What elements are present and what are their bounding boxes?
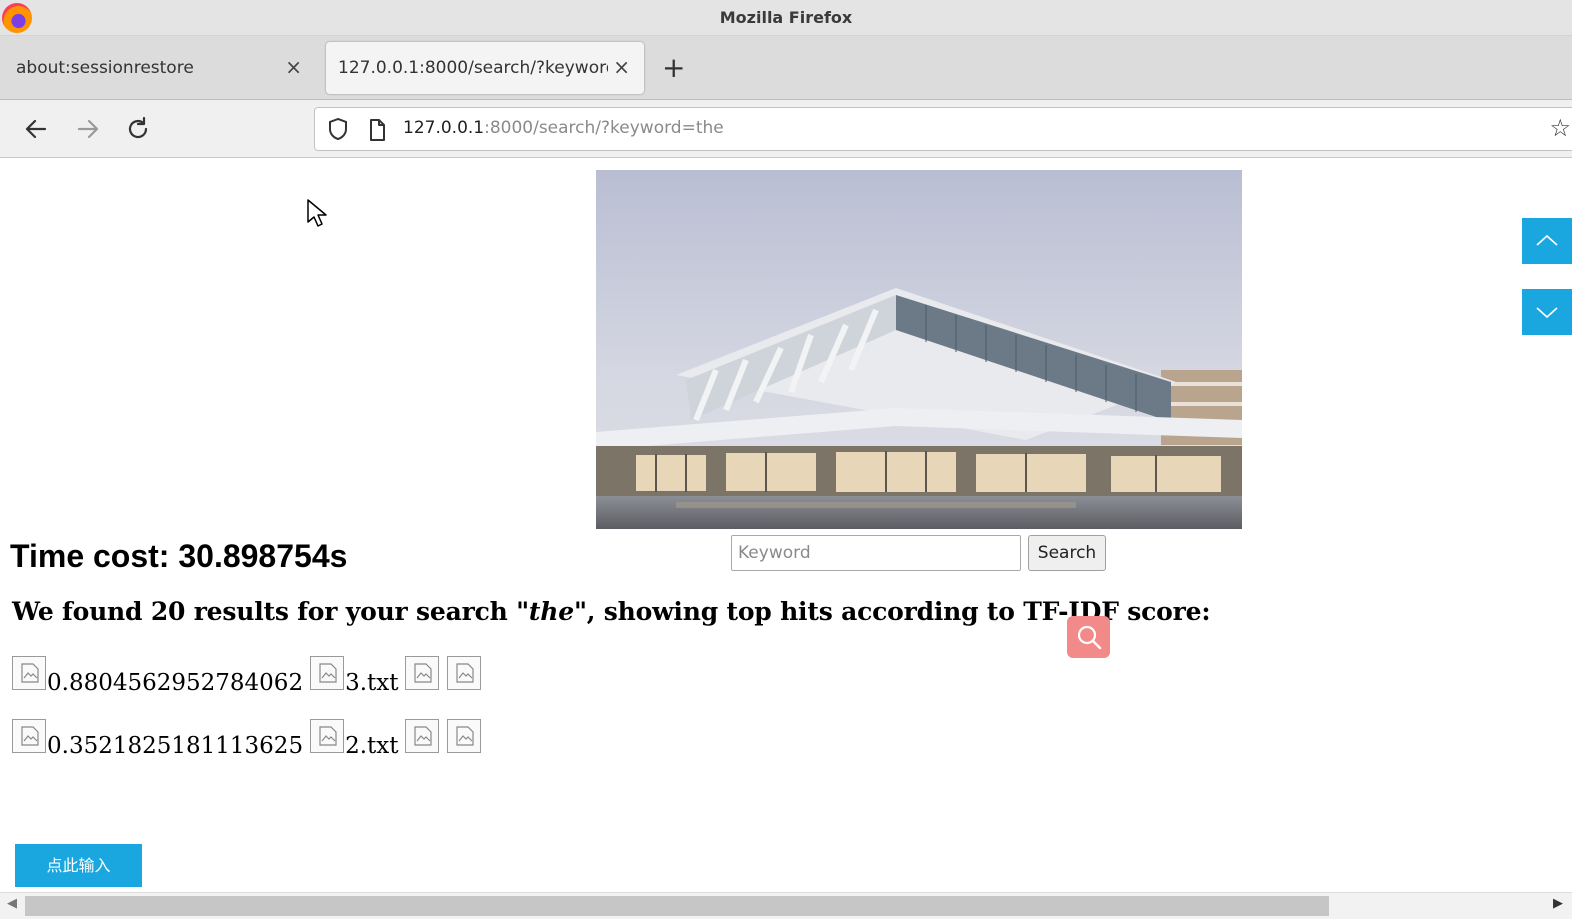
forward-arrow-icon[interactable] xyxy=(72,113,104,145)
broken-image-icon[interactable] xyxy=(405,719,440,753)
result-file-link[interactable]: 2.txt xyxy=(345,733,398,759)
scroll-down-button[interactable] xyxy=(1522,289,1572,335)
broken-image-icon[interactable] xyxy=(405,656,440,690)
tab-label: about:sessionrestore xyxy=(16,58,194,78)
tab-search-results[interactable]: 127.0.0.1:8000/search/?keyword=the × xyxy=(326,42,644,94)
results-heading: We found 20 results for your search "the… xyxy=(12,597,1211,626)
mouse-cursor-icon xyxy=(307,199,327,227)
window-titlebar: Mozilla Firefox xyxy=(0,0,1572,36)
broken-image-icon[interactable] xyxy=(447,656,482,690)
result-file-link[interactable]: 3.txt xyxy=(345,670,398,696)
broken-image-icon xyxy=(310,656,345,690)
broken-image-icon xyxy=(310,719,345,753)
keyword-search-input[interactable] xyxy=(731,535,1021,571)
hero-building-image xyxy=(596,170,1242,529)
time-cost-text: Time cost: 30.898754s xyxy=(10,538,348,574)
magnifier-icon xyxy=(1077,625,1102,650)
url-text[interactable]: 127.0.0.1:8000/search/?keyword=the xyxy=(403,118,724,138)
back-arrow-icon[interactable] xyxy=(20,113,52,145)
broken-image-icon xyxy=(12,719,46,753)
new-tab-plus-icon[interactable]: + xyxy=(662,54,685,82)
tab-label: 127.0.0.1:8000/search/?keyword=the xyxy=(338,58,608,78)
window-title: Mozilla Firefox xyxy=(719,8,853,27)
chevron-down-icon xyxy=(1536,307,1558,319)
reload-icon[interactable] xyxy=(122,113,154,145)
star-icon[interactable]: ☆ xyxy=(1549,114,1571,142)
result-row: 0.3521825181113625 2.txt xyxy=(12,719,482,759)
horizontal-scrollbar[interactable]: ◀ ▶ xyxy=(0,892,1572,919)
close-icon[interactable]: × xyxy=(285,56,302,78)
scrollbar-thumb[interactable] xyxy=(25,896,1329,916)
result-score: 0.8804562952784062 xyxy=(47,670,304,696)
input-here-button[interactable]: 点此输入 xyxy=(15,844,142,887)
result-score: 0.3521825181113625 xyxy=(47,733,304,759)
page-icon xyxy=(370,119,385,141)
url-bar[interactable]: 127.0.0.1:8000/search/?keyword=the ☆ xyxy=(314,107,1572,151)
search-button[interactable]: Search xyxy=(1028,535,1106,571)
scroll-up-button[interactable] xyxy=(1522,218,1572,264)
result-row: 0.8804562952784062 3.txt xyxy=(12,656,482,696)
tab-bar: about:sessionrestore × 127.0.0.1:8000/se… xyxy=(0,36,1572,100)
scroll-right-icon[interactable]: ▶ xyxy=(1553,896,1563,911)
broken-image-icon xyxy=(12,656,46,690)
scroll-left-icon[interactable]: ◀ xyxy=(7,896,17,911)
floating-search-button[interactable] xyxy=(1067,616,1110,658)
shield-icon[interactable] xyxy=(327,117,349,141)
close-icon[interactable]: × xyxy=(613,56,630,78)
tab-session-restore[interactable]: about:sessionrestore × xyxy=(4,42,316,94)
navigation-toolbar: 127.0.0.1:8000/search/?keyword=the ☆ xyxy=(0,100,1572,158)
broken-image-icon[interactable] xyxy=(447,719,482,753)
chevron-up-icon xyxy=(1536,234,1558,246)
